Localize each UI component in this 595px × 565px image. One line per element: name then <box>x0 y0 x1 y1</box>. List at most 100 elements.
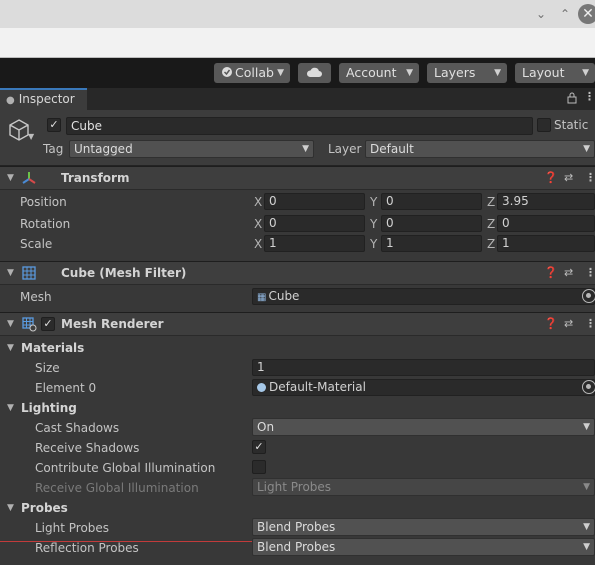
minimize-icon[interactable]: ⌄ <box>531 4 551 24</box>
help-icon[interactable]: ❓ <box>544 266 558 279</box>
receive-shadows-checkbox[interactable]: ✓ <box>252 440 266 454</box>
receive-gi-value: Light Probes <box>257 480 332 494</box>
mesh-renderer-icon <box>22 317 37 332</box>
tab-inspector[interactable]: ● Inspector <box>0 88 87 110</box>
lighting-section-title[interactable]: Lighting <box>21 401 77 415</box>
mesh-renderer-enabled-checkbox[interactable]: ✓ <box>41 317 55 331</box>
transform-header[interactable]: ▼ Transform ❓ ⇄ ⋮ <box>0 166 595 190</box>
contribute-gi-checkbox[interactable] <box>252 460 266 474</box>
tab-bar: ● Inspector ⋮ <box>0 88 595 110</box>
layer-dropdown[interactable]: Default ▼ <box>365 140 595 158</box>
axis-z-label[interactable]: Z <box>487 195 495 209</box>
rotation-x-field[interactable]: 0 <box>264 215 365 232</box>
window-title-bar: ⌄ ⌃ ✕ <box>0 0 595 28</box>
cast-shadows-label: Cast Shadows <box>35 421 120 435</box>
gameobject-name-input[interactable]: Cube <box>66 117 533 135</box>
collab-button[interactable]: Collab ▼ <box>214 63 290 83</box>
foldout-arrow-icon[interactable]: ▼ <box>7 319 14 329</box>
kebab-menu-icon[interactable]: ⋮ <box>585 171 595 184</box>
position-x-field[interactable]: 0 <box>264 193 365 210</box>
icon-dropdown-arrow-icon[interactable]: ▼ <box>28 132 34 141</box>
foldout-arrow-icon[interactable]: ▼ <box>7 343 14 353</box>
presets-icon[interactable]: ⇄ <box>564 171 573 184</box>
materials-section-title[interactable]: Materials <box>21 341 84 355</box>
position-y-field[interactable]: 0 <box>381 193 482 210</box>
cube-icon <box>9 119 29 141</box>
axis-y-label[interactable]: Y <box>370 217 377 231</box>
contribute-gi-label: Contribute Global Illumination <box>35 461 216 475</box>
axis-x-label[interactable]: X <box>254 195 262 209</box>
foldout-arrow-icon[interactable]: ▼ <box>7 173 14 183</box>
layout-dropdown[interactable]: Layout ▼ <box>515 63 595 83</box>
layers-dropdown[interactable]: Layers ▼ <box>427 63 507 83</box>
element-0-object-field[interactable]: Default-Material <box>252 379 595 396</box>
element-0-label: Element 0 <box>35 381 97 395</box>
mesh-renderer-title: Mesh Renderer <box>61 317 164 331</box>
axis-z-label[interactable]: Z <box>487 217 495 231</box>
reflection-probes-value: Blend Probes <box>257 540 336 554</box>
rotation-z-field[interactable]: 0 <box>497 215 595 232</box>
rotation-y-field[interactable]: 0 <box>381 215 482 232</box>
kebab-menu-icon[interactable]: ⋮ <box>585 266 595 279</box>
chevron-down-icon: ▼ <box>302 144 309 154</box>
collab-icon <box>222 67 232 77</box>
lock-icon[interactable] <box>567 92 577 104</box>
active-checkbox[interactable]: ✓ <box>47 118 61 132</box>
layer-value: Default <box>370 142 414 156</box>
position-z-field[interactable]: 3.95 <box>497 193 595 210</box>
account-label: Account <box>346 65 397 80</box>
tag-dropdown[interactable]: Untagged ▼ <box>69 140 314 158</box>
material-sphere-icon <box>257 383 266 392</box>
kebab-menu-icon[interactable]: ⋮ <box>585 317 595 330</box>
element-0-value: Default-Material <box>269 380 366 394</box>
materials-size-label: Size <box>35 361 60 375</box>
mesh-asset-icon: ▦ <box>257 292 267 303</box>
mesh-filter-title: Cube (Mesh Filter) <box>61 266 187 280</box>
presets-icon[interactable]: ⇄ <box>564 266 573 279</box>
foldout-arrow-icon[interactable]: ▼ <box>7 268 14 278</box>
mesh-renderer-header[interactable]: ▼ ✓ Mesh Renderer ❓ ⇄ ⋮ <box>0 312 595 336</box>
receive-gi-label: Receive Global Illumination <box>35 481 199 495</box>
static-label: Static <box>554 118 589 132</box>
light-probes-value: Blend Probes <box>257 520 336 534</box>
foldout-arrow-icon[interactable]: ▼ <box>7 503 14 513</box>
account-dropdown[interactable]: Account ▼ <box>339 63 419 83</box>
chevron-down-icon: ▼ <box>583 422 590 432</box>
object-picker-icon[interactable] <box>582 289 595 303</box>
mesh-filter-header[interactable]: ▼ Cube (Mesh Filter) ❓ ⇄ ⋮ <box>0 261 595 285</box>
receive-shadows-label: Receive Shadows <box>35 441 140 455</box>
chevron-down-icon: ▼ <box>583 144 590 154</box>
cast-shadows-dropdown[interactable]: On ▼ <box>252 418 595 436</box>
cloud-button[interactable] <box>298 63 331 83</box>
object-picker-icon[interactable] <box>582 380 595 394</box>
tag-value: Untagged <box>74 142 133 156</box>
axis-x-label[interactable]: X <box>254 237 262 251</box>
chevron-down-icon: ▼ <box>582 68 589 78</box>
scale-z-field[interactable]: 1 <box>497 235 595 252</box>
layout-label: Layout <box>522 65 565 80</box>
help-icon[interactable]: ❓ <box>544 317 558 330</box>
static-checkbox[interactable] <box>537 118 551 132</box>
probes-section-title[interactable]: Probes <box>21 501 68 515</box>
foldout-arrow-icon[interactable]: ▼ <box>7 403 14 413</box>
scale-x-field[interactable]: 1 <box>264 235 365 252</box>
axis-z-label[interactable]: Z <box>487 237 495 251</box>
mesh-object-field[interactable]: ▦ Cube <box>252 288 595 305</box>
maximize-icon[interactable]: ⌃ <box>555 4 575 24</box>
presets-icon[interactable]: ⇄ <box>564 317 573 330</box>
close-icon[interactable]: ✕ <box>578 4 595 24</box>
cloud-icon <box>306 67 322 77</box>
layer-label: Layer <box>328 142 362 156</box>
reflection-probes-dropdown[interactable]: Blend Probes ▼ <box>252 538 595 556</box>
axis-x-label[interactable]: X <box>254 217 262 231</box>
help-icon[interactable]: ❓ <box>544 171 558 184</box>
light-probes-dropdown[interactable]: Blend Probes ▼ <box>252 518 595 536</box>
axis-y-label[interactable]: Y <box>370 237 377 251</box>
collab-label: Collab <box>235 65 274 80</box>
gameobject-header: ▼ ✓ Cube Static Tag Untagged ▼ Layer Defa… <box>0 110 595 166</box>
tag-label: Tag <box>43 142 64 156</box>
materials-size-field[interactable]: 1 <box>252 359 595 376</box>
kebab-menu-icon[interactable]: ⋮ <box>584 90 595 103</box>
scale-y-field[interactable]: 1 <box>381 235 482 252</box>
axis-y-label[interactable]: Y <box>370 195 377 209</box>
